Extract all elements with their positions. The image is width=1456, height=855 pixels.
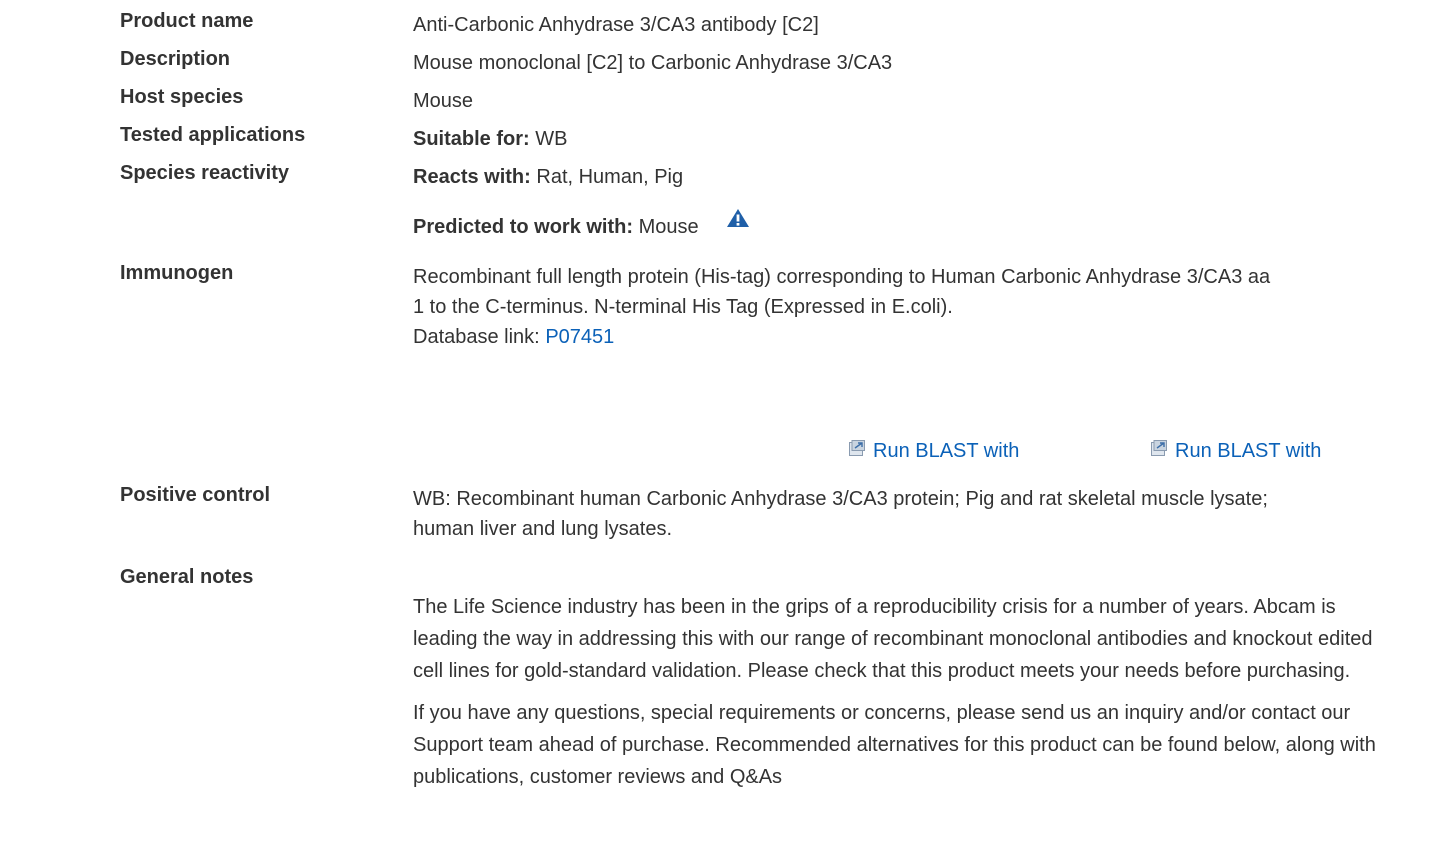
reacts-with-value: Rat, Human, Pig: [536, 166, 684, 188]
run-blast-label-1[interactable]: Run BLAST with: [873, 440, 1019, 462]
general-notes-label: General notes: [120, 566, 254, 588]
general-notes-paragraph-2: If you have any questions, special requi…: [413, 702, 1376, 788]
tested-applications-label: Tested applications: [120, 124, 306, 146]
immunogen-label: Immunogen: [120, 262, 234, 284]
positive-control-line-2: human liver and lung lysates.: [413, 518, 673, 540]
suitable-for-value: WB: [535, 128, 568, 150]
species-reactivity-label: Species reactivity: [120, 162, 289, 184]
run-blast-link-1[interactable]: Run BLAST with: [849, 436, 1019, 467]
immunogen-line-1: Recombinant full length protein (His-tag…: [413, 266, 1271, 288]
run-blast-label-2[interactable]: Run BLAST with: [1175, 440, 1321, 462]
database-link-p07451[interactable]: P07451: [545, 326, 614, 348]
positive-control-value: WB: Recombinant human Carbonic Anhydrase…: [413, 484, 1403, 544]
suitable-for-prefix: Suitable for:: [413, 128, 530, 150]
description-value: Mouse monoclonal [C2] to Carbonic Anhydr…: [413, 52, 893, 74]
product-name-value: Anti-Carbonic Anhydrase 3/CA3 antibody […: [413, 14, 819, 36]
warning-icon[interactable]: [726, 207, 750, 237]
database-link-line: Database link: P07451: [413, 322, 1403, 352]
positive-control-label: Positive control: [120, 484, 271, 506]
general-notes-text: The Life Science industry has been in th…: [413, 591, 1398, 793]
predicted-value: Mouse: [638, 216, 699, 238]
reacts-with-prefix: Reacts with:: [413, 166, 531, 188]
product-name-label: Product name: [120, 10, 254, 32]
tested-applications-value: Suitable for: WB: [413, 124, 1403, 154]
general-notes-paragraph-1: The Life Science industry has been in th…: [413, 596, 1373, 682]
reacts-with: Reacts with: Rat, Human, Pig: [413, 162, 1403, 192]
host-species-label: Host species: [120, 86, 244, 108]
predicted-prefix: Predicted to work with:: [413, 216, 634, 238]
immunogen-line-2: 1 to the C-terminus. N-terminal His Tag …: [413, 296, 953, 318]
predicted-to-work-with: Predicted to work with: Mouse: [413, 208, 1403, 243]
description-label: Description: [120, 48, 231, 70]
run-blast-link-2[interactable]: Run BLAST with: [1151, 436, 1321, 467]
immunogen-value: Recombinant full length protein (His-tag…: [413, 262, 1403, 352]
database-link-prefix: Database link:: [413, 326, 540, 348]
host-species-value: Mouse: [413, 90, 474, 112]
external-link-icon: [1151, 435, 1167, 465]
external-link-icon: [849, 435, 865, 465]
positive-control-line-1: WB: Recombinant human Carbonic Anhydrase…: [413, 488, 1268, 510]
row-blast-links: Run BLAST with Run BLAST with: [0, 436, 1456, 466]
